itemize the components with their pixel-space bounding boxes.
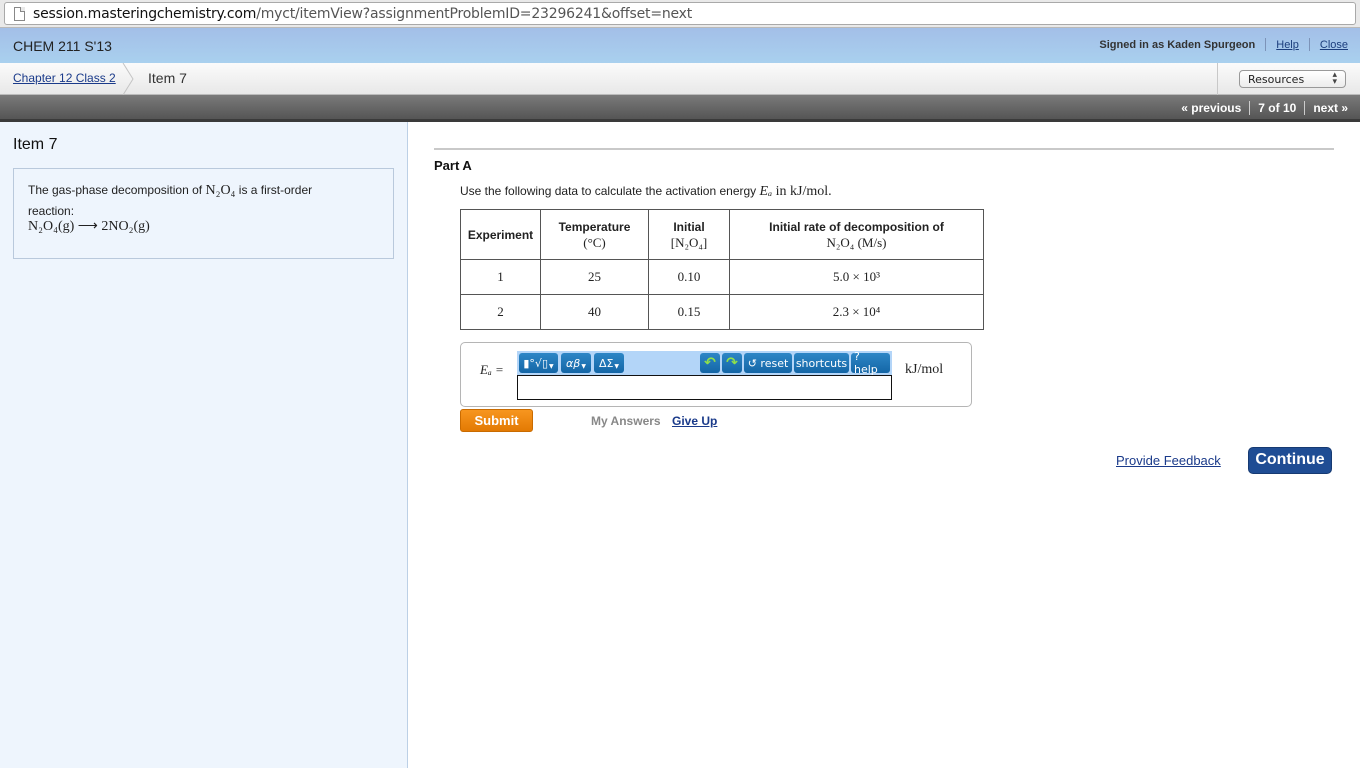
greek-uppercase-button[interactable]: ΔΣ ▼: [594, 353, 624, 373]
close-link[interactable]: Close: [1320, 39, 1348, 51]
cell-initial-concentration: 0.15: [648, 294, 730, 330]
submit-button[interactable]: Submit: [460, 409, 533, 432]
item-position: 7 of 10: [1258, 101, 1297, 115]
templates-button[interactable]: ▮°√▯ ▼: [519, 353, 558, 373]
reset-button[interactable]: ↺ reset: [744, 353, 792, 373]
breadcrumb: Chapter 12 Class 2 Item 7 Resources ▴ ▾: [0, 63, 1360, 95]
problem-sidebar: Item 7 The gas-phase decomposition of N₂…: [0, 122, 408, 768]
page-icon: [14, 7, 25, 21]
user-bar: Signed in as Kaden Spurgeon Help Close: [1099, 38, 1348, 51]
breadcrumb-separator-icon: [122, 63, 134, 95]
signed-in-label: Signed in as Kaden Spurgeon: [1099, 38, 1256, 51]
redo-button[interactable]: ↷: [722, 353, 742, 373]
part-title: Part A: [434, 158, 472, 173]
cell-temperature: 40: [540, 294, 649, 330]
cell-temperature: 25: [540, 259, 649, 295]
cell-rate: 2.3 × 10⁴: [729, 294, 984, 330]
url-field[interactable]: session.masteringchemistry.com/myct/item…: [4, 2, 1356, 25]
resources-select[interactable]: Resources ▴ ▾: [1239, 70, 1346, 88]
next-link[interactable]: next »: [1313, 101, 1348, 115]
divider: [1308, 38, 1310, 51]
item-navigation-bar: « previous 7 of 10 next »: [0, 95, 1360, 122]
table-row: 1 25 0.10 5.0 × 10³: [460, 259, 984, 295]
column-header: Temperature (°C): [540, 209, 649, 260]
divider: [1265, 38, 1267, 51]
my-answers-label: My Answers: [591, 414, 661, 428]
answer-label: Eₐ =: [480, 362, 504, 377]
answer-unit: kJ/mol: [905, 362, 944, 377]
table-row: 2 40 0.15 2.3 × 10⁴: [460, 294, 984, 330]
help-button[interactable]: ? help: [851, 350, 890, 376]
shortcuts-button[interactable]: shortcuts: [794, 353, 849, 373]
divider: [434, 148, 1334, 150]
column-header: Experiment: [460, 209, 541, 260]
dropdown-icon: ▼: [581, 363, 586, 370]
undo-icon: ↶: [704, 355, 716, 371]
dropdown-icon: ▼: [614, 363, 620, 370]
species-formula: N₂O₄: [205, 183, 236, 198]
continue-button[interactable]: Continue: [1248, 447, 1332, 474]
item-title: Item 7: [13, 136, 58, 153]
breadcrumb-current: Item 7: [148, 70, 187, 86]
column-header: Initial [N₂O₄]: [648, 209, 730, 260]
cell-experiment: 1: [460, 259, 541, 295]
problem-statement: The gas-phase decomposition of N₂O₄ is a…: [13, 168, 394, 259]
dropdown-icon: ▼: [549, 363, 554, 370]
math-toolbar: ▮°√▯ ▼ αβ ▼ ΔΣ ▼ ↶ ↷ ↺ reset shortcuts ? he…: [517, 350, 892, 376]
cell-rate: 5.0 × 10³: [729, 259, 984, 295]
provide-feedback-link[interactable]: Provide Feedback: [1116, 453, 1221, 468]
course-header: CHEM 211 S'13 Signed in as Kaden Spurgeo…: [0, 28, 1360, 63]
pager: « previous 7 of 10 next »: [1181, 101, 1348, 115]
give-up-link[interactable]: Give Up: [672, 414, 717, 428]
main-content: Part A Use the following data to calcula…: [409, 122, 1360, 768]
answer-box: Eₐ = ▮°√▯ ▼ αβ ▼ ΔΣ ▼ ↶ ↷ ↺ reset shortcuts…: [460, 342, 972, 407]
divider: [1249, 101, 1251, 115]
undo-button[interactable]: ↶: [700, 353, 720, 373]
greek-lowercase-button[interactable]: αβ ▼: [561, 353, 591, 373]
select-arrows-icon: ▴ ▾: [1332, 70, 1337, 87]
breadcrumb-assignment-link[interactable]: Chapter 12 Class 2: [13, 71, 116, 85]
cell-experiment: 2: [460, 294, 541, 330]
browser-address-bar: session.masteringchemistry.com/myct/item…: [0, 0, 1360, 28]
table-header-row: Experiment Temperature (°C) Initial [N₂O₄]…: [460, 209, 984, 260]
part-instruction: Use the following data to calculate the …: [460, 184, 832, 199]
answer-input[interactable]: [517, 375, 892, 400]
cell-initial-concentration: 0.10: [648, 259, 730, 295]
redo-icon: ↷: [726, 355, 738, 371]
course-title: CHEM 211 S'13: [13, 38, 112, 54]
previous-link[interactable]: « previous: [1181, 101, 1241, 115]
column-header: Initial rate of decomposition of N₂O₄ (M/…: [729, 209, 984, 260]
divider: [1304, 101, 1306, 115]
url-text[interactable]: session.masteringchemistry.com/myct/item…: [33, 6, 692, 22]
data-table: Experiment Temperature (°C) Initial [N₂O₄]…: [460, 209, 984, 330]
divider: [1217, 63, 1218, 95]
reaction-equation: N₂O₄(g) ⟶ 2NO₂(g): [28, 219, 150, 234]
help-link[interactable]: Help: [1276, 39, 1299, 51]
